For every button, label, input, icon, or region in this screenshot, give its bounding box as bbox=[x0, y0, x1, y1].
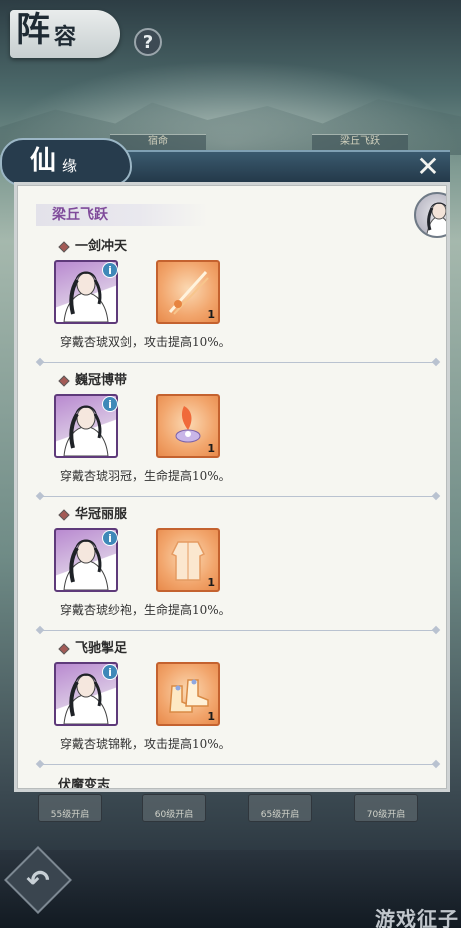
info-icon[interactable]: i bbox=[102, 530, 118, 546]
divider bbox=[40, 496, 436, 497]
modal-title-big: 仙 bbox=[30, 146, 57, 176]
equip-slot[interactable]: 1 bbox=[156, 394, 220, 458]
level-slot-60: 60级开启 bbox=[142, 794, 206, 822]
level-slot-70: 70级开启 bbox=[354, 794, 418, 822]
item-name: 华冠丽服 bbox=[75, 507, 128, 522]
equip-count: 1 bbox=[207, 442, 215, 455]
diamond-bullet-icon bbox=[58, 375, 70, 387]
equip-slot[interactable]: 1 bbox=[156, 260, 220, 324]
equip-slot[interactable]: 1 bbox=[156, 662, 220, 726]
screen-title-small: 容 bbox=[54, 24, 77, 50]
diamond-bullet-icon bbox=[58, 509, 70, 521]
close-icon[interactable]: ✕ bbox=[413, 150, 443, 183]
equip-count: 1 bbox=[207, 710, 215, 723]
item-name: 一剑冲天 bbox=[75, 239, 128, 254]
hero-avatar[interactable] bbox=[414, 192, 446, 238]
divider bbox=[40, 764, 436, 765]
back-arrow-icon[interactable]: ↶ bbox=[14, 856, 62, 904]
divider bbox=[40, 362, 436, 363]
watermark: 游戏征子 bbox=[375, 907, 459, 928]
partial-item-name: 伏魔变志 bbox=[58, 778, 111, 789]
hero-avatar-portrait bbox=[426, 202, 446, 236]
modal-frame: 梁丘飞跃 一剑冲天 i 1 穿戴杏琥双剑，攻击提高10%。 巍冠博带 i 1 穿… bbox=[14, 182, 450, 792]
screen-title-big: 阵 bbox=[16, 10, 50, 50]
fate-item-3: 华冠丽服 i 1 穿戴杏琥纱袍，生命提高10%。 bbox=[18, 506, 446, 640]
modal-title-small: 缘 bbox=[62, 157, 78, 175]
info-icon[interactable]: i bbox=[102, 262, 118, 278]
level-slot-55: 55级开启 bbox=[38, 794, 102, 822]
equip-count: 1 bbox=[207, 576, 215, 589]
item-description: 穿戴杏琥锦靴，攻击提高10%。 bbox=[60, 737, 231, 751]
section-title: 梁丘飞跃 bbox=[36, 204, 208, 226]
item-name: 飞驰掣足 bbox=[75, 641, 128, 656]
equip-count: 1 bbox=[207, 308, 215, 321]
bg-tab-hero: 梁丘飞跃 bbox=[312, 134, 408, 150]
level-slot-65: 65级开启 bbox=[248, 794, 312, 822]
info-icon[interactable]: i bbox=[102, 396, 118, 412]
info-icon[interactable]: i bbox=[102, 664, 118, 680]
item-description: 穿戴杏琥纱袍，生命提高10%。 bbox=[60, 603, 231, 617]
fate-item-4: 飞驰掣足 i 1 穿戴杏琥锦靴，攻击提高10%。 bbox=[18, 640, 446, 774]
equip-slot[interactable]: 1 bbox=[156, 528, 220, 592]
modal-body[interactable]: 梁丘飞跃 一剑冲天 i 1 穿戴杏琥双剑，攻击提高10%。 巍冠博带 i 1 穿… bbox=[17, 185, 447, 789]
fate-item-2: 巍冠博带 i 1 穿戴杏琥羽冠，生命提高10%。 bbox=[18, 372, 446, 506]
item-description: 穿戴杏琥双剑，攻击提高10%。 bbox=[60, 335, 231, 349]
diamond-bullet-icon bbox=[58, 643, 70, 655]
item-description: 穿戴杏琥羽冠，生命提高10%。 bbox=[60, 469, 231, 483]
diamond-bullet-icon bbox=[58, 241, 70, 253]
item-name: 巍冠博带 bbox=[75, 373, 128, 388]
fate-item-1: 一剑冲天 i 1 穿戴杏琥双剑，攻击提高10%。 bbox=[18, 238, 446, 372]
divider bbox=[40, 630, 436, 631]
question-icon[interactable]: ? bbox=[134, 28, 162, 56]
